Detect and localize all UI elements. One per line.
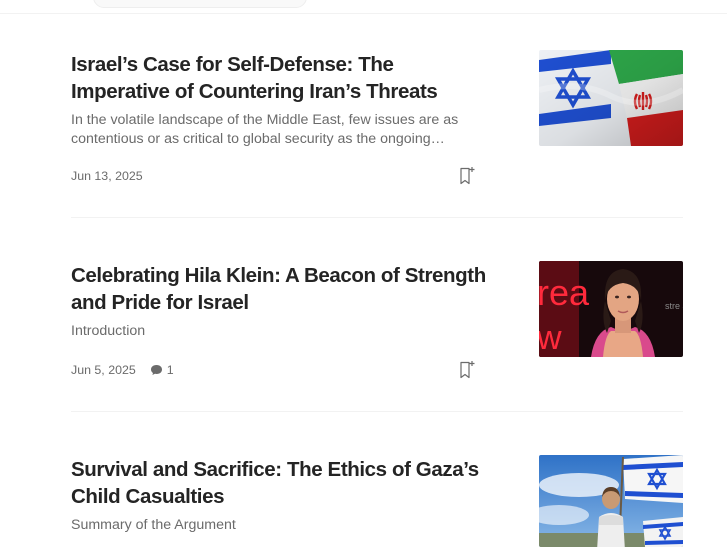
article-card[interactable]: Celebrating Hila Klein: A Beacon of Stre…	[71, 261, 683, 391]
top-navigation-bar	[0, 0, 727, 14]
article-meta: Jun 13, 2025	[71, 169, 143, 183]
article-subtitle: In the volatile landscape of the Middle …	[71, 112, 459, 147]
search-bar[interactable]	[93, 0, 307, 8]
child-with-israeli-flags-image	[539, 455, 683, 547]
article-subtitle: Introduction	[71, 323, 146, 339]
save-button[interactable]	[458, 166, 476, 186]
thumb-text-left: rea	[539, 272, 590, 313]
israel-iran-flags-image	[539, 50, 683, 146]
responses-count[interactable]: 1	[150, 363, 174, 377]
woman-portrait-event-image: rea w stre awa	[539, 261, 683, 357]
thumb-text-right: stre awa	[665, 301, 683, 311]
bookmark-plus-icon	[460, 167, 475, 185]
article-divider	[71, 217, 683, 218]
article-card[interactable]: Survival and Sacrifice: The Ethics of Ga…	[71, 455, 683, 547]
responses-number: 1	[166, 363, 174, 377]
publish-date: Jun 5, 2025	[71, 363, 136, 377]
article-title[interactable]: Survival and Sacrifice: The Ethics of Ga…	[71, 456, 491, 510]
article-divider	[71, 411, 683, 412]
article-title[interactable]: Israel’s Case for Self-Defense: The Impe…	[71, 51, 491, 105]
svg-text:w: w	[539, 319, 562, 357]
bookmark-plus-icon	[460, 361, 475, 379]
article-title[interactable]: Celebrating Hila Klein: A Beacon of Stre…	[71, 262, 491, 316]
article-meta: Jun 5, 2025 1	[71, 363, 174, 377]
article-subtitle: Summary of the Argument	[71, 517, 236, 533]
article-thumbnail[interactable]	[539, 455, 683, 547]
article-card[interactable]: Israel’s Case for Self-Defense: The Impe…	[71, 50, 683, 190]
speech-bubble-icon	[150, 365, 162, 375]
publish-date: Jun 13, 2025	[71, 169, 143, 183]
article-thumbnail[interactable]: rea w stre awa	[539, 261, 683, 357]
article-thumbnail[interactable]	[539, 50, 683, 146]
save-button[interactable]	[458, 360, 476, 380]
